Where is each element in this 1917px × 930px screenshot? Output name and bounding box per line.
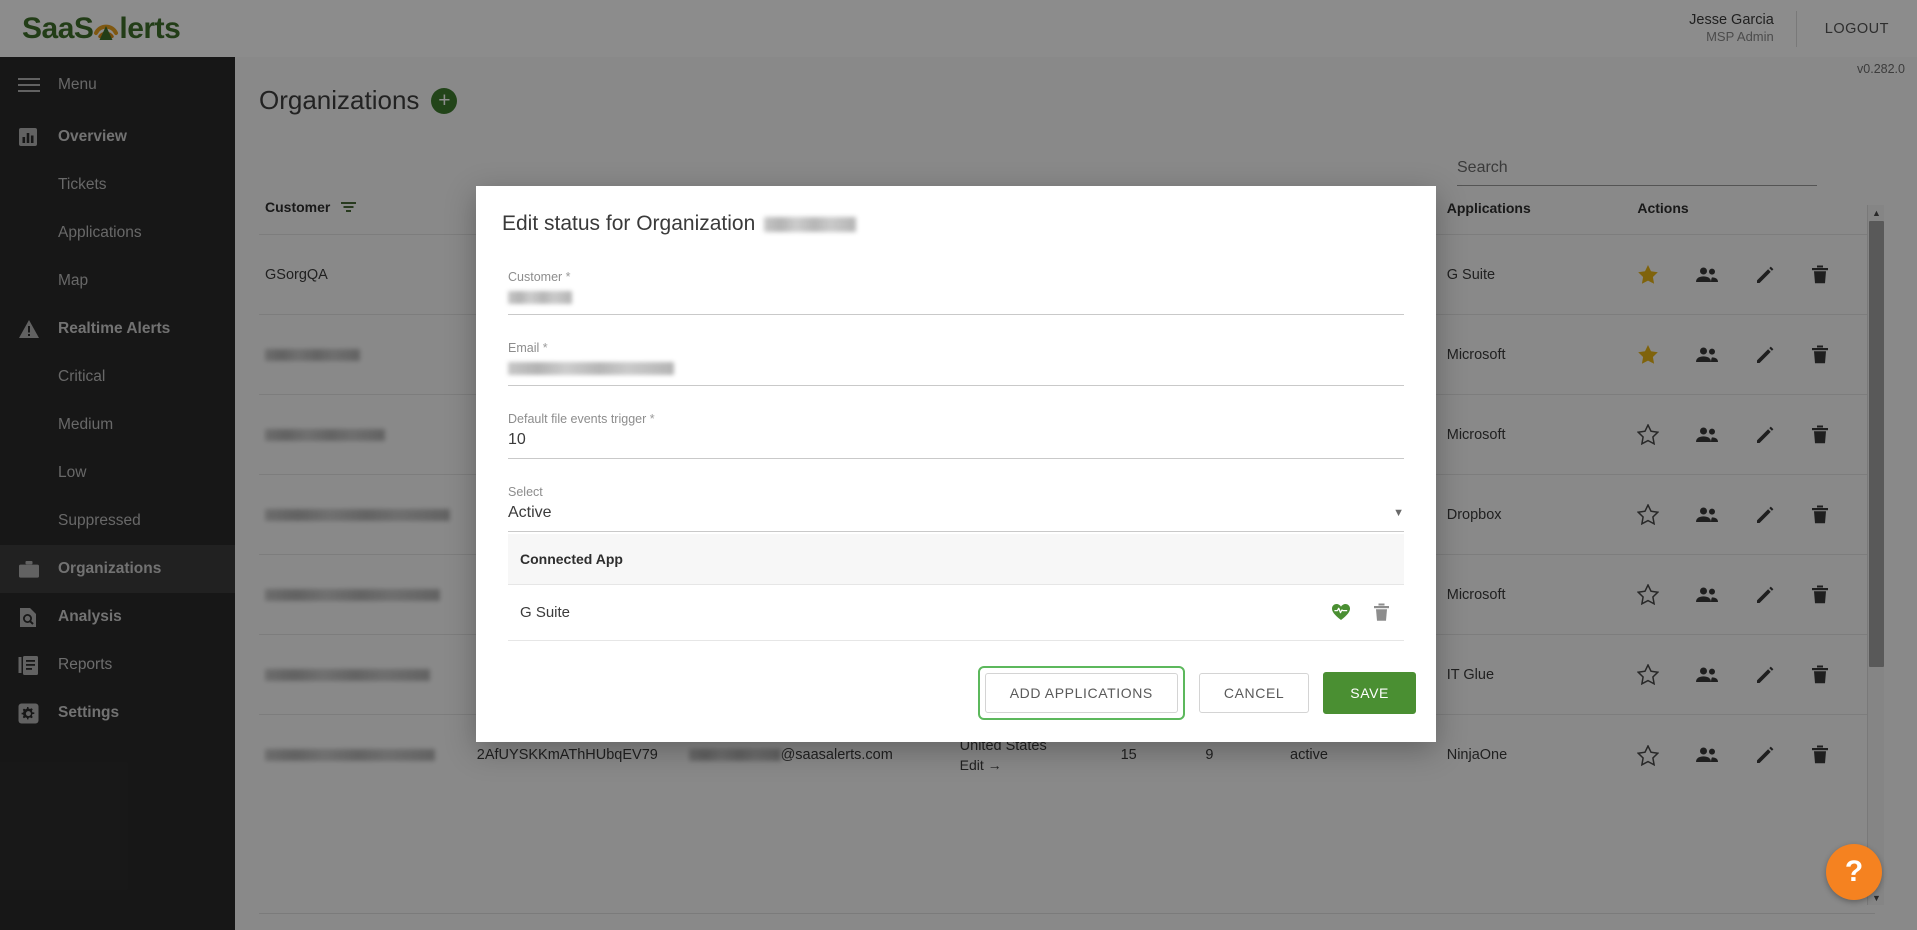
trigger-field-label: Default file events trigger *	[508, 412, 1404, 426]
save-button[interactable]: SAVE	[1323, 672, 1416, 714]
modal-title-text: Edit status for Organization	[502, 212, 756, 235]
field-label-text: Email	[508, 341, 540, 355]
email-input[interactable]	[508, 360, 1404, 386]
help-button[interactable]: ?	[1826, 844, 1882, 900]
chevron-down-icon: ▼	[1393, 507, 1404, 519]
modal-title: Edit status for Organization	[476, 186, 1436, 236]
connected-app-actions	[886, 584, 1404, 641]
connected-apps-header: Connected App	[508, 534, 1404, 585]
connected-apps-header-row: Connected App	[508, 534, 1404, 585]
connected-app-name: G Suite	[508, 584, 886, 641]
status-select-value: Active	[508, 504, 552, 521]
connected-apps-body: G Suite	[508, 584, 1404, 641]
customer-field: Customer *	[508, 270, 1404, 315]
email-field: Email *	[508, 341, 1404, 386]
delete-trash-icon[interactable]	[1373, 603, 1390, 622]
modal-body: Customer * Email * Default file events t…	[476, 270, 1436, 666]
customer-value-redacted	[508, 290, 572, 304]
field-label-text: Default file events trigger	[508, 412, 647, 426]
email-field-label: Email *	[508, 341, 1404, 355]
email-value-redacted	[508, 361, 674, 375]
edit-organization-modal: Edit status for Organization Customer * …	[476, 186, 1436, 742]
field-label-text: Customer	[508, 270, 563, 284]
required-marker: *	[539, 341, 548, 355]
default-file-events-trigger-field: Default file events trigger * 10	[508, 412, 1404, 459]
connected-apps-table: Connected App G Suite	[508, 534, 1404, 641]
status-select[interactable]: Active ▼	[508, 504, 1404, 532]
customer-field-label: Customer *	[508, 270, 1404, 284]
status-select-field: Select Active ▼	[508, 485, 1404, 532]
connected-app-row: G Suite	[508, 584, 1404, 641]
modal-title-org-redacted	[764, 216, 857, 232]
health-heartbeat-icon[interactable]	[1331, 603, 1351, 622]
required-marker: *	[646, 412, 655, 426]
app-action-group	[898, 603, 1404, 622]
required-marker: *	[562, 270, 571, 284]
cancel-button[interactable]: CANCEL	[1198, 673, 1310, 713]
add-applications-button[interactable]: ADD APPLICATIONS	[984, 673, 1178, 713]
trigger-input[interactable]: 10	[508, 431, 1404, 459]
select-field-label: Select	[508, 485, 543, 499]
connected-app-column-header: Connected App	[508, 534, 1404, 585]
application-root: SaaS lerts Jesse Garcia MSP Admin LOGOUT …	[0, 0, 1917, 930]
modal-footer: ADD APPLICATIONS CANCEL SAVE	[476, 666, 1436, 742]
add-applications-focus-ring: ADD APPLICATIONS	[977, 666, 1185, 720]
customer-input[interactable]	[508, 289, 1404, 315]
